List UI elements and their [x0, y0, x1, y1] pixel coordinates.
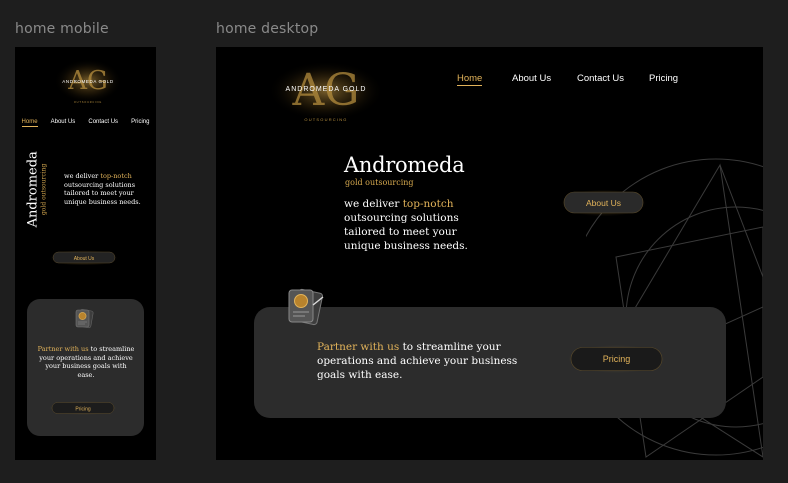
- pricing-button[interactable]: Pricing: [49, 401, 117, 415]
- desktop-frame-label: home desktop: [216, 21, 319, 37]
- about-us-button[interactable]: About Us: [50, 250, 118, 265]
- mobile-nav: Home About Us Contact Us Pricing: [15, 119, 156, 127]
- mobile-frame-label: home mobile: [15, 21, 109, 37]
- svg-text:ANDROMEDA GOLD: ANDROMEDA GOLD: [286, 86, 367, 93]
- svg-text:OUTSOURCING: OUTSOURCING: [304, 117, 347, 122]
- documents-coin-icon: [75, 309, 94, 329]
- svg-text:About Us: About Us: [74, 256, 95, 262]
- nav-contact[interactable]: Contact Us: [577, 73, 624, 84]
- desktop-partner-text: Partner with us to streamline your opera…: [317, 341, 518, 381]
- nav-home[interactable]: Home: [457, 73, 483, 86]
- svg-text:ANDROMEDA GOLD: ANDROMEDA GOLD: [62, 79, 114, 84]
- documents-coin-icon: [288, 288, 324, 326]
- nav-pricing[interactable]: Pricing: [649, 73, 678, 84]
- nav-home[interactable]: Home: [21, 119, 38, 127]
- mobile-partner-text: Partner with us to streamline your opera…: [37, 345, 135, 379]
- pricing-button[interactable]: Pricing: [568, 345, 665, 373]
- andromeda-logo: AG ANDROMEDA GOLD OUTSOURCING: [54, 59, 122, 104]
- svg-text:Pricing: Pricing: [603, 354, 631, 364]
- hero-subtitle: gold outsourcing: [40, 163, 48, 216]
- hero-title: Andromeda: [344, 153, 465, 177]
- nav-about[interactable]: About Us: [51, 119, 76, 127]
- hero-description: we deliver top-notch outsourcing solutio…: [344, 198, 468, 252]
- svg-text:Pricing: Pricing: [75, 407, 91, 413]
- mobile-partner-card: Partner with us to streamline your opera…: [27, 299, 144, 436]
- about-us-button[interactable]: About Us: [561, 189, 646, 216]
- nav-contact[interactable]: Contact Us: [88, 119, 118, 127]
- desktop-frame: AG ANDROMEDA GOLD OUTSOURCING Home About…: [216, 47, 763, 460]
- andromeda-logo: AG ANDROMEDA GOLD OUTSOURCING: [268, 61, 384, 122]
- nav-about[interactable]: About Us: [512, 73, 551, 84]
- mobile-hero-description: we deliver top-notch outsourcing solutio…: [64, 172, 141, 206]
- svg-text:OUTSOURCING: OUTSOURCING: [74, 100, 102, 104]
- hero-subtitle: gold outsourcing: [345, 178, 414, 187]
- svg-text:About Us: About Us: [586, 198, 621, 208]
- nav-pricing[interactable]: Pricing: [131, 119, 149, 127]
- mobile-frame: AG ANDROMEDA GOLD OUTSOURCING Home About…: [15, 47, 156, 460]
- mobile-hero-title-block: Andromeda gold outsourcing: [25, 147, 48, 231]
- hero-title: Andromeda: [25, 151, 41, 228]
